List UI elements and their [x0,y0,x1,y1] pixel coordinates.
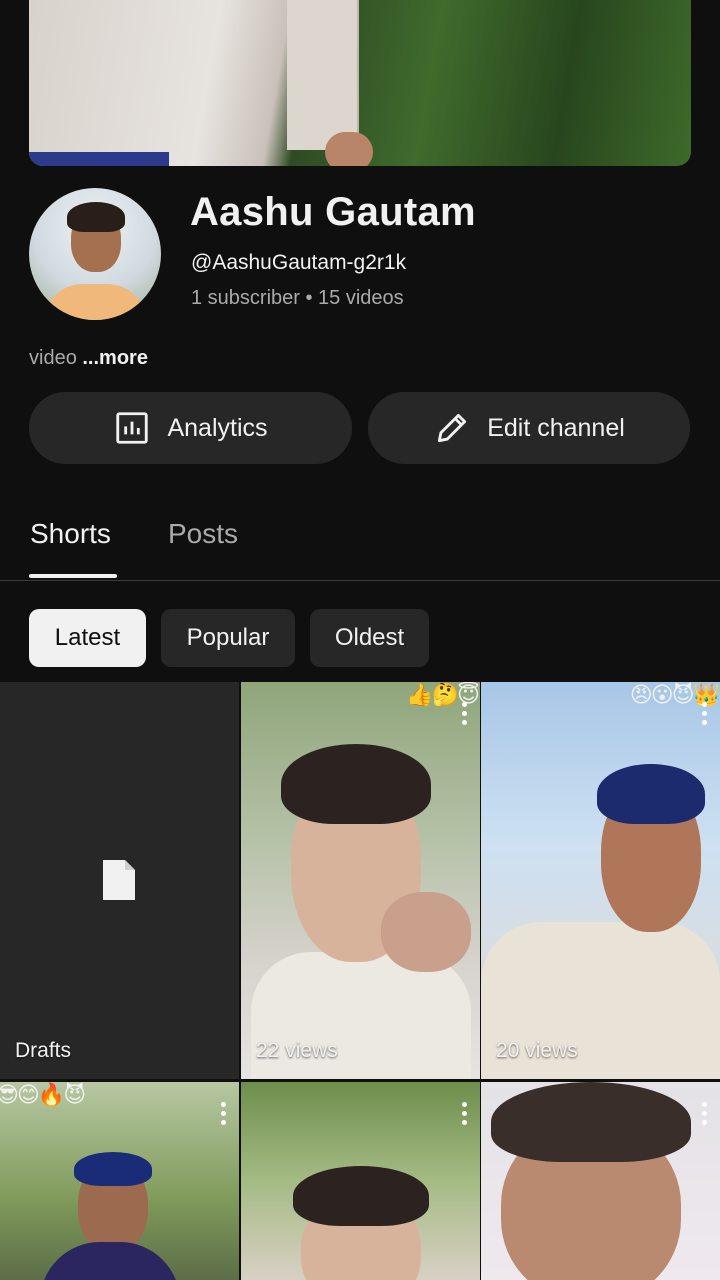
pencil-icon [438,413,467,443]
subject-hair [281,744,431,824]
short-thumbnail[interactable]: 😠😮😈👑 20 views [481,682,720,1079]
more-options-icon[interactable] [221,1102,227,1125]
short-thumbnail[interactable]: 👍🤔😇 22 views [241,682,480,1079]
more-options-icon[interactable] [702,702,708,725]
avatar-shirt [43,284,147,320]
subject-shirt [40,1242,180,1280]
subject-hair [74,1152,152,1186]
short-thumbnail[interactable] [241,1082,480,1280]
more-link[interactable]: ...more [82,347,148,369]
avatar-hair [67,202,125,232]
banner-sleeve [287,0,359,150]
analytics-label: Analytics [167,413,268,442]
channel-description[interactable]: video ...more [29,347,148,370]
description-text: video [29,347,77,369]
emoji-overlay: 😎😊🔥😈 [0,1082,86,1107]
chip-latest[interactable]: Latest [29,609,146,667]
channel-banner [29,0,691,166]
file-icon [103,860,135,900]
banner-hand [325,132,373,166]
short-thumbnail[interactable]: 😎😊🔥😈 [0,1082,239,1280]
edit-channel-button[interactable]: Edit channel [368,392,690,464]
chip-popular[interactable]: Popular [161,609,295,667]
more-options-icon[interactable] [462,1102,468,1125]
tab-posts[interactable]: Posts [168,518,238,550]
chip-oldest[interactable]: Oldest [310,609,429,667]
subject-hair [491,1082,691,1162]
more-options-icon[interactable] [462,702,468,725]
more-options-icon[interactable] [702,1102,708,1125]
channel-handle: @AashuGautam-g2r1k [191,251,407,274]
subject-hair [597,764,705,824]
analytics-button[interactable]: Analytics [29,392,352,464]
view-count: 20 views [496,1039,578,1062]
channel-avatar[interactable] [29,188,161,320]
drafts-label: Drafts [15,1039,72,1062]
channel-tabs: Shorts Posts [0,500,720,581]
subject-hair [293,1166,429,1226]
tab-shorts[interactable]: Shorts [30,518,111,550]
view-count: 22 views [256,1039,338,1062]
banner-jeans [29,152,169,166]
channel-name: Aashu Gautam [190,190,476,234]
drafts-tile[interactable]: Drafts [0,682,239,1079]
subject-hand [381,892,471,972]
analytics-icon [116,412,149,444]
tab-selected-indicator [29,574,117,578]
edit-channel-label: Edit channel [487,413,625,442]
short-thumbnail[interactable] [481,1082,720,1280]
channel-stats: 1 subscriber • 15 videos [191,287,404,309]
